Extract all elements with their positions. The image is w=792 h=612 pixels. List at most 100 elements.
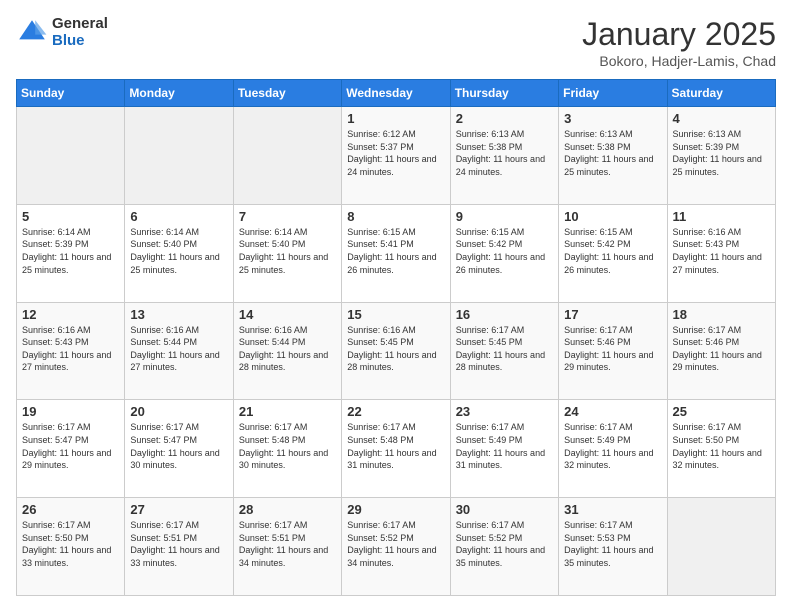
table-row: 7 Sunrise: 6:14 AM Sunset: 5:40 PM Daylig… bbox=[233, 204, 341, 302]
day-number: 3 bbox=[564, 111, 661, 126]
calendar-week-row: 26 Sunrise: 6:17 AM Sunset: 5:50 PM Dayli… bbox=[17, 498, 776, 596]
day-number: 5 bbox=[22, 209, 119, 224]
calendar-week-row: 5 Sunrise: 6:14 AM Sunset: 5:39 PM Daylig… bbox=[17, 204, 776, 302]
table-row: 23 Sunrise: 6:17 AM Sunset: 5:49 PM Dayli… bbox=[450, 400, 558, 498]
day-number: 10 bbox=[564, 209, 661, 224]
day-info: Sunrise: 6:13 AM Sunset: 5:38 PM Dayligh… bbox=[456, 128, 553, 178]
day-info: Sunrise: 6:12 AM Sunset: 5:37 PM Dayligh… bbox=[347, 128, 444, 178]
table-row: 26 Sunrise: 6:17 AM Sunset: 5:50 PM Dayli… bbox=[17, 498, 125, 596]
calendar-table: Sunday Monday Tuesday Wednesday Thursday… bbox=[16, 79, 776, 596]
table-row: 17 Sunrise: 6:17 AM Sunset: 5:46 PM Dayli… bbox=[559, 302, 667, 400]
table-row: 18Sunrise: 6:17 AM Sunset: 5:46 PM Dayli… bbox=[667, 302, 775, 400]
day-info: Sunrise: 6:17 AM Sunset: 5:53 PM Dayligh… bbox=[564, 519, 661, 569]
calendar-header-row: Sunday Monday Tuesday Wednesday Thursday… bbox=[17, 80, 776, 107]
day-info: Sunrise: 6:14 AM Sunset: 5:39 PM Dayligh… bbox=[22, 226, 119, 276]
table-row: 5 Sunrise: 6:14 AM Sunset: 5:39 PM Daylig… bbox=[17, 204, 125, 302]
table-row: 21 Sunrise: 6:17 AM Sunset: 5:48 PM Dayli… bbox=[233, 400, 341, 498]
table-row: 28Sunrise: 6:17 AM Sunset: 5:51 PM Dayli… bbox=[233, 498, 341, 596]
table-row: 6 Sunrise: 6:14 AM Sunset: 5:40 PM Daylig… bbox=[125, 204, 233, 302]
day-number: 1 bbox=[347, 111, 444, 126]
table-row: 2 Sunrise: 6:13 AM Sunset: 5:38 PM Daylig… bbox=[450, 107, 558, 205]
day-number: 6 bbox=[130, 209, 227, 224]
day-number: 29 bbox=[347, 502, 444, 517]
table-row: 24Sunrise: 6:17 AM Sunset: 5:49 PM Dayli… bbox=[559, 400, 667, 498]
title-block: January 2025 Bokoro, Hadjer-Lamis, Chad bbox=[582, 16, 776, 69]
calendar-week-row: 1 Sunrise: 6:12 AM Sunset: 5:37 PM Daylig… bbox=[17, 107, 776, 205]
day-info: Sunrise: 6:16 AM Sunset: 5:44 PM Dayligh… bbox=[130, 324, 227, 374]
table-row: 13Sunrise: 6:16 AM Sunset: 5:44 PM Dayli… bbox=[125, 302, 233, 400]
day-number: 16 bbox=[456, 307, 553, 322]
day-number: 21 bbox=[239, 404, 336, 419]
day-info: Sunrise: 6:17 AM Sunset: 5:48 PM Dayligh… bbox=[347, 421, 444, 471]
table-row: 14 Sunrise: 6:16 AM Sunset: 5:44 PM Dayli… bbox=[233, 302, 341, 400]
calendar-subtitle: Bokoro, Hadjer-Lamis, Chad bbox=[582, 53, 776, 69]
table-row: 20Sunrise: 6:17 AM Sunset: 5:47 PM Dayli… bbox=[125, 400, 233, 498]
page: General Blue January 2025 Bokoro, Hadjer… bbox=[0, 0, 792, 612]
logo-text: General Blue bbox=[52, 16, 108, 49]
day-info: Sunrise: 6:17 AM Sunset: 5:50 PM Dayligh… bbox=[22, 519, 119, 569]
day-number: 12 bbox=[22, 307, 119, 322]
table-row: 1 Sunrise: 6:12 AM Sunset: 5:37 PM Daylig… bbox=[342, 107, 450, 205]
day-number: 22 bbox=[347, 404, 444, 419]
table-row: 12 Sunrise: 6:16 AM Sunset: 5:43 PM Dayli… bbox=[17, 302, 125, 400]
day-info: Sunrise: 6:13 AM Sunset: 5:39 PM Dayligh… bbox=[673, 128, 770, 178]
day-info: Sunrise: 6:16 AM Sunset: 5:43 PM Dayligh… bbox=[22, 324, 119, 374]
table-row bbox=[125, 107, 233, 205]
day-number: 14 bbox=[239, 307, 336, 322]
header-friday: Friday bbox=[559, 80, 667, 107]
table-row: 19Sunrise: 6:17 AM Sunset: 5:47 PM Dayli… bbox=[17, 400, 125, 498]
day-info: Sunrise: 6:17 AM Sunset: 5:47 PM Dayligh… bbox=[130, 421, 227, 471]
table-row: 4 Sunrise: 6:13 AM Sunset: 5:39 PM Daylig… bbox=[667, 107, 775, 205]
calendar-week-row: 12 Sunrise: 6:16 AM Sunset: 5:43 PM Dayli… bbox=[17, 302, 776, 400]
day-number: 4 bbox=[673, 111, 770, 126]
day-info: Sunrise: 6:17 AM Sunset: 5:45 PM Dayligh… bbox=[456, 324, 553, 374]
header: General Blue January 2025 Bokoro, Hadjer… bbox=[16, 16, 776, 69]
header-saturday: Saturday bbox=[667, 80, 775, 107]
table-row: 3Sunrise: 6:13 AM Sunset: 5:38 PM Daylig… bbox=[559, 107, 667, 205]
day-number: 30 bbox=[456, 502, 553, 517]
day-info: Sunrise: 6:15 AM Sunset: 5:42 PM Dayligh… bbox=[564, 226, 661, 276]
table-row: 30 Sunrise: 6:17 AM Sunset: 5:52 PM Dayli… bbox=[450, 498, 558, 596]
day-info: Sunrise: 6:17 AM Sunset: 5:50 PM Dayligh… bbox=[673, 421, 770, 471]
header-thursday: Thursday bbox=[450, 80, 558, 107]
day-info: Sunrise: 6:16 AM Sunset: 5:45 PM Dayligh… bbox=[347, 324, 444, 374]
day-info: Sunrise: 6:15 AM Sunset: 5:42 PM Dayligh… bbox=[456, 226, 553, 276]
day-info: Sunrise: 6:17 AM Sunset: 5:52 PM Dayligh… bbox=[456, 519, 553, 569]
header-wednesday: Wednesday bbox=[342, 80, 450, 107]
day-number: 9 bbox=[456, 209, 553, 224]
day-number: 31 bbox=[564, 502, 661, 517]
day-info: Sunrise: 6:14 AM Sunset: 5:40 PM Dayligh… bbox=[239, 226, 336, 276]
logo-icon bbox=[16, 17, 48, 49]
day-number: 17 bbox=[564, 307, 661, 322]
day-number: 23 bbox=[456, 404, 553, 419]
header-monday: Monday bbox=[125, 80, 233, 107]
day-info: Sunrise: 6:17 AM Sunset: 5:51 PM Dayligh… bbox=[239, 519, 336, 569]
table-row: 15Sunrise: 6:16 AM Sunset: 5:45 PM Dayli… bbox=[342, 302, 450, 400]
day-number: 2 bbox=[456, 111, 553, 126]
day-info: Sunrise: 6:14 AM Sunset: 5:40 PM Dayligh… bbox=[130, 226, 227, 276]
day-info: Sunrise: 6:17 AM Sunset: 5:51 PM Dayligh… bbox=[130, 519, 227, 569]
table-row bbox=[17, 107, 125, 205]
day-info: Sunrise: 6:16 AM Sunset: 5:44 PM Dayligh… bbox=[239, 324, 336, 374]
day-info: Sunrise: 6:17 AM Sunset: 5:49 PM Dayligh… bbox=[564, 421, 661, 471]
day-number: 11 bbox=[673, 209, 770, 224]
day-info: Sunrise: 6:15 AM Sunset: 5:41 PM Dayligh… bbox=[347, 226, 444, 276]
day-number: 7 bbox=[239, 209, 336, 224]
table-row: 8Sunrise: 6:15 AM Sunset: 5:41 PM Daylig… bbox=[342, 204, 450, 302]
day-info: Sunrise: 6:17 AM Sunset: 5:48 PM Dayligh… bbox=[239, 421, 336, 471]
day-info: Sunrise: 6:17 AM Sunset: 5:46 PM Dayligh… bbox=[673, 324, 770, 374]
logo: General Blue bbox=[16, 16, 108, 49]
table-row: 27 Sunrise: 6:17 AM Sunset: 5:51 PM Dayli… bbox=[125, 498, 233, 596]
calendar-title: January 2025 bbox=[582, 16, 776, 53]
header-tuesday: Tuesday bbox=[233, 80, 341, 107]
day-number: 27 bbox=[130, 502, 227, 517]
header-sunday: Sunday bbox=[17, 80, 125, 107]
logo-general-text: General bbox=[52, 16, 108, 33]
table-row: 22 Sunrise: 6:17 AM Sunset: 5:48 PM Dayli… bbox=[342, 400, 450, 498]
day-number: 26 bbox=[22, 502, 119, 517]
day-info: Sunrise: 6:17 AM Sunset: 5:52 PM Dayligh… bbox=[347, 519, 444, 569]
day-info: Sunrise: 6:17 AM Sunset: 5:46 PM Dayligh… bbox=[564, 324, 661, 374]
table-row: 10 Sunrise: 6:15 AM Sunset: 5:42 PM Dayli… bbox=[559, 204, 667, 302]
day-info: Sunrise: 6:16 AM Sunset: 5:43 PM Dayligh… bbox=[673, 226, 770, 276]
day-info: Sunrise: 6:17 AM Sunset: 5:49 PM Dayligh… bbox=[456, 421, 553, 471]
